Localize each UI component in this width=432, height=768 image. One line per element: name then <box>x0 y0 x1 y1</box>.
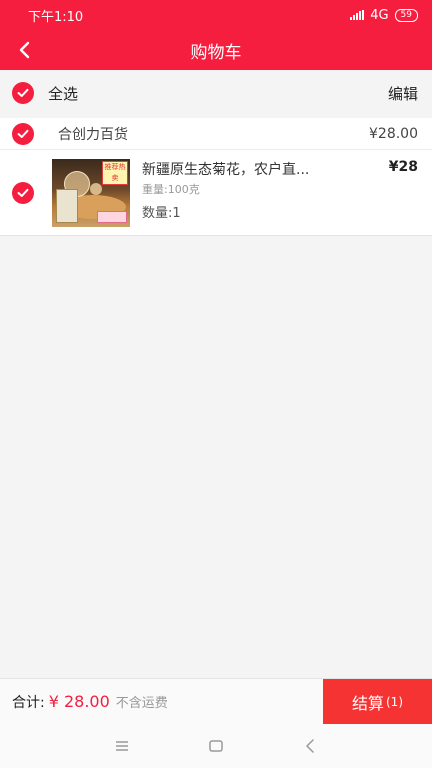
store-card: 合创力百货 ¥28.00 推荐热卖 新疆原生态菊花，农户直... 重量:100克… <box>0 118 432 236</box>
item-spec: 重量:100克 <box>142 183 200 196</box>
item-name[interactable]: 新疆原生态菊花，农户直... <box>142 159 309 179</box>
thumbnail-sticker-shape <box>97 211 127 223</box>
battery-icon: 59 <box>394 8 418 22</box>
thumbnail-badge: 推荐热卖 <box>102 161 128 185</box>
checkout-button[interactable]: 结算 (1) <box>323 679 432 725</box>
checkout-count: (1) <box>386 695 403 709</box>
store-check-icon[interactable] <box>12 122 34 145</box>
checkout-bar: 合计: ¥ 28.00 不含运费 结算 (1) <box>0 678 432 725</box>
battery-level: 59 <box>400 9 412 20</box>
shipping-note: 不含运费 <box>115 696 168 711</box>
store-name[interactable]: 合创力百货 <box>58 124 369 144</box>
select-all-label[interactable]: 全选 <box>48 83 388 104</box>
store-total: ¥28.00 <box>369 125 418 142</box>
title-bar: 购物车 <box>0 30 432 70</box>
store-header: 合创力百货 ¥28.00 <box>0 118 432 150</box>
item-check-icon[interactable] <box>12 182 34 204</box>
product-thumbnail[interactable]: 推荐热卖 <box>52 159 130 227</box>
menu-icon[interactable] <box>111 735 133 757</box>
page-title: 购物车 <box>190 42 242 63</box>
edit-button[interactable]: 编辑 <box>388 83 418 104</box>
checkout-label: 结算 <box>351 694 384 713</box>
status-bar: 下午1:10 4G 59 <box>0 0 432 30</box>
select-all-check-icon[interactable] <box>12 82 34 104</box>
select-all-bar: 全选 编辑 <box>0 70 432 116</box>
item-info: 新疆原生态菊花，农户直... 重量:100克 数量:1 ¥28 <box>142 159 418 227</box>
item-quantity: 数量:1 <box>142 206 181 221</box>
total-value: ¥ 28.00 <box>48 692 110 711</box>
cart-item: 推荐热卖 新疆原生态菊花，农户直... 重量:100克 数量:1 ¥28 <box>0 151 432 235</box>
thumbnail-box-shape <box>56 189 78 223</box>
total-label: 合计: <box>12 694 45 711</box>
signal-icon <box>350 10 365 20</box>
status-time: 下午1:10 <box>28 9 84 25</box>
back-arrow-icon[interactable] <box>10 36 38 64</box>
system-nav-bar <box>0 724 432 768</box>
thumbnail-cup-shape <box>90 183 102 195</box>
home-icon[interactable] <box>205 735 227 757</box>
status-indicators: 4G 59 <box>350 8 418 23</box>
network-type: 4G <box>370 7 389 23</box>
item-price: ¥28 <box>388 159 418 175</box>
nav-back-icon[interactable] <box>299 735 321 757</box>
